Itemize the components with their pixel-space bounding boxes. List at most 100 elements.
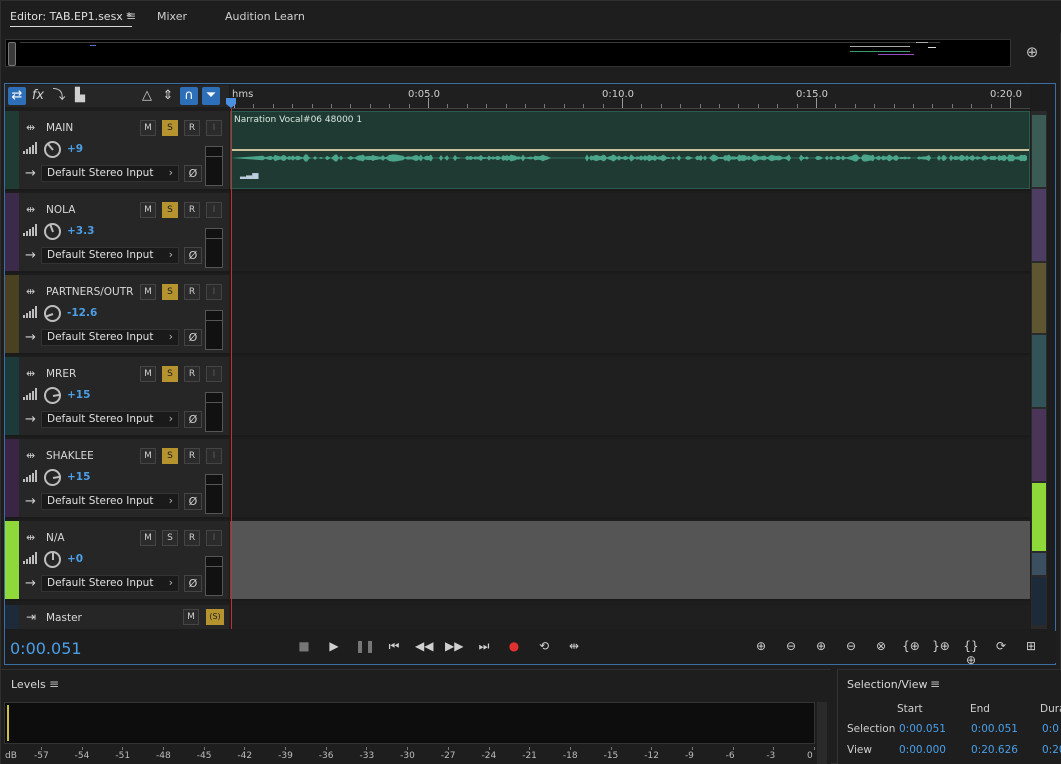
track-mute-button[interactable]: M	[140, 448, 156, 464]
volume-value[interactable]: -12.6	[67, 307, 97, 319]
phase-invert-button[interactable]: Ø	[184, 411, 202, 428]
track-name[interactable]: MRER	[46, 368, 76, 380]
volume-value[interactable]: +15	[67, 389, 90, 401]
track-drag-icon[interactable]: ⇹	[26, 367, 35, 380]
volume-knob[interactable]	[44, 551, 61, 568]
selection-start[interactable]: 0:00.051	[899, 723, 946, 735]
selection-duration[interactable]: 0:0	[1042, 723, 1059, 735]
track-record-button[interactable]: R	[184, 202, 200, 218]
metronome-icon[interactable]: △	[138, 87, 156, 105]
track-record-button[interactable]: R	[184, 366, 200, 382]
tab-mixer[interactable]: Mixer	[157, 10, 187, 23]
track-name[interactable]: MAIN	[46, 122, 73, 134]
track-lane[interactable]	[230, 275, 1030, 355]
track-name[interactable]: SHAKLEE	[46, 450, 94, 462]
phase-invert-button[interactable]: Ø	[184, 329, 202, 346]
skip-selection-button[interactable]: ⇹	[565, 639, 583, 655]
track-input-select[interactable]: Default Stereo Input ›	[41, 329, 179, 346]
clip-volume-envelope[interactable]	[231, 149, 1029, 151]
move-tool-icon[interactable]: ⇕	[159, 87, 177, 105]
zoom-in-at-out-point-icon[interactable]: }⊕	[930, 639, 952, 655]
track-input-monitor-button[interactable]: I	[206, 120, 222, 136]
volume-knob[interactable]	[44, 223, 61, 240]
track-input-select[interactable]: Default Stereo Input ›	[41, 493, 179, 510]
snapping-magnet-icon[interactable]: ∩	[180, 87, 198, 105]
track-input-select[interactable]: Default Stereo Input ›	[41, 247, 179, 264]
levels-scroll[interactable]	[817, 702, 827, 764]
track-solo-button[interactable]: S	[162, 284, 178, 300]
loop-playback-button[interactable]: ⟲	[535, 639, 553, 655]
play-button[interactable]: ▶	[325, 639, 343, 655]
overview-zoom-handle[interactable]	[8, 42, 16, 66]
track-lane[interactable]	[230, 357, 1030, 437]
track-mute-button[interactable]: M	[140, 530, 156, 546]
timeline-ruler[interactable]: hms 0:05.0 0:10.0 0:15.0 0:20.0	[230, 85, 1030, 109]
track-lane[interactable]	[230, 521, 1030, 601]
eq-icon[interactable]: ▙	[71, 87, 89, 105]
levels-menu-icon[interactable]: ≡	[49, 677, 59, 691]
track-input-select[interactable]: Default Stereo Input ›	[41, 411, 179, 428]
phase-invert-button[interactable]: Ø	[184, 493, 202, 510]
marker-snap-icon[interactable]: ⏷	[202, 87, 220, 105]
master-solo-button[interactable]: (S)	[206, 609, 224, 625]
track-input-select[interactable]: Default Stereo Input ›	[41, 575, 179, 592]
volume-knob[interactable]	[44, 141, 61, 158]
zoom-out-amplitude-icon[interactable]: ⊖	[780, 639, 802, 655]
volume-knob[interactable]	[44, 305, 61, 322]
track-input-monitor-button[interactable]: I	[206, 284, 222, 300]
zoom-navigator-icon[interactable]: ⊕	[1022, 43, 1042, 63]
track-name[interactable]: PARTNERS/OUTR	[46, 286, 133, 298]
view-end[interactable]: 0:20.626	[971, 744, 1018, 756]
track-solo-button[interactable]: S	[162, 366, 178, 382]
track-solo-button[interactable]: S	[162, 120, 178, 136]
tab-menu-icon[interactable]: ≡	[126, 9, 136, 23]
inputs-outputs-icon[interactable]: ⇄	[8, 87, 26, 105]
volume-value[interactable]: +15	[67, 471, 90, 483]
track-name[interactable]: N/A	[46, 532, 65, 544]
selection-view-menu-icon[interactable]: ≡	[930, 677, 940, 691]
track-record-button[interactable]: R	[184, 530, 200, 546]
track-scrollbar[interactable]	[1031, 111, 1047, 629]
track-input-monitor-button[interactable]: I	[206, 448, 222, 464]
volume-value[interactable]: +0	[67, 553, 83, 565]
track-lane-main[interactable]: Narration Vocal#06 48000 1 ▂▃▅	[230, 111, 1030, 191]
zoom-to-clips-icon[interactable]: ⟳	[990, 639, 1012, 655]
effects-fx-icon[interactable]: fx	[29, 87, 47, 105]
zoom-to-selection-icon[interactable]: {}⊕	[960, 639, 982, 667]
track-input-monitor-button[interactable]: I	[206, 366, 222, 382]
audio-clip[interactable]: Narration Vocal#06 48000 1 ▂▃▅	[230, 111, 1030, 189]
track-record-button[interactable]: R	[184, 120, 200, 136]
phase-invert-button[interactable]: Ø	[184, 165, 202, 182]
track-mute-button[interactable]: M	[140, 284, 156, 300]
track-mute-button[interactable]: M	[140, 120, 156, 136]
zoom-in-amplitude-icon[interactable]: ⊕	[750, 639, 772, 655]
tab-editor[interactable]: Editor: TAB.EP1.sesx *	[10, 10, 132, 27]
current-time-display[interactable]: 0:00.051	[10, 639, 82, 658]
fast-forward-button[interactable]: ▶▶	[445, 639, 463, 655]
track-lane[interactable]	[230, 193, 1030, 273]
track-input-select[interactable]: Default Stereo Input ›	[41, 165, 179, 182]
track-drag-icon[interactable]: ⇹	[26, 531, 35, 544]
zoom-in-time-icon[interactable]: ⊕	[810, 639, 832, 655]
track-solo-button[interactable]: S	[162, 530, 178, 546]
rewind-button[interactable]: ◀◀	[415, 639, 433, 655]
session-overview[interactable]	[5, 39, 1011, 67]
volume-value[interactable]: +9	[67, 143, 83, 155]
track-drag-icon[interactable]: ⇹	[26, 449, 35, 462]
phase-invert-button[interactable]: Ø	[184, 247, 202, 264]
view-start[interactable]: 0:00.000	[899, 744, 946, 756]
track-lane[interactable]	[230, 439, 1030, 519]
track-drag-icon[interactable]: ⇹	[26, 121, 35, 134]
track-drag-icon[interactable]: ⇹	[26, 203, 35, 216]
zoom-to-tracks-icon[interactable]: ⊞	[1020, 639, 1042, 655]
track-mute-button[interactable]: M	[140, 202, 156, 218]
move-to-previous-button[interactable]: ⏮	[385, 639, 403, 655]
stop-button[interactable]: ■	[295, 639, 313, 655]
track-drag-icon[interactable]: ⇹	[26, 285, 35, 298]
track-input-monitor-button[interactable]: I	[206, 530, 222, 546]
track-solo-button[interactable]: S	[162, 448, 178, 464]
track-record-button[interactable]: R	[184, 284, 200, 300]
sends-icon[interactable]: ⤵	[50, 87, 68, 105]
track-input-monitor-button[interactable]: I	[206, 202, 222, 218]
volume-knob[interactable]	[44, 387, 62, 404]
